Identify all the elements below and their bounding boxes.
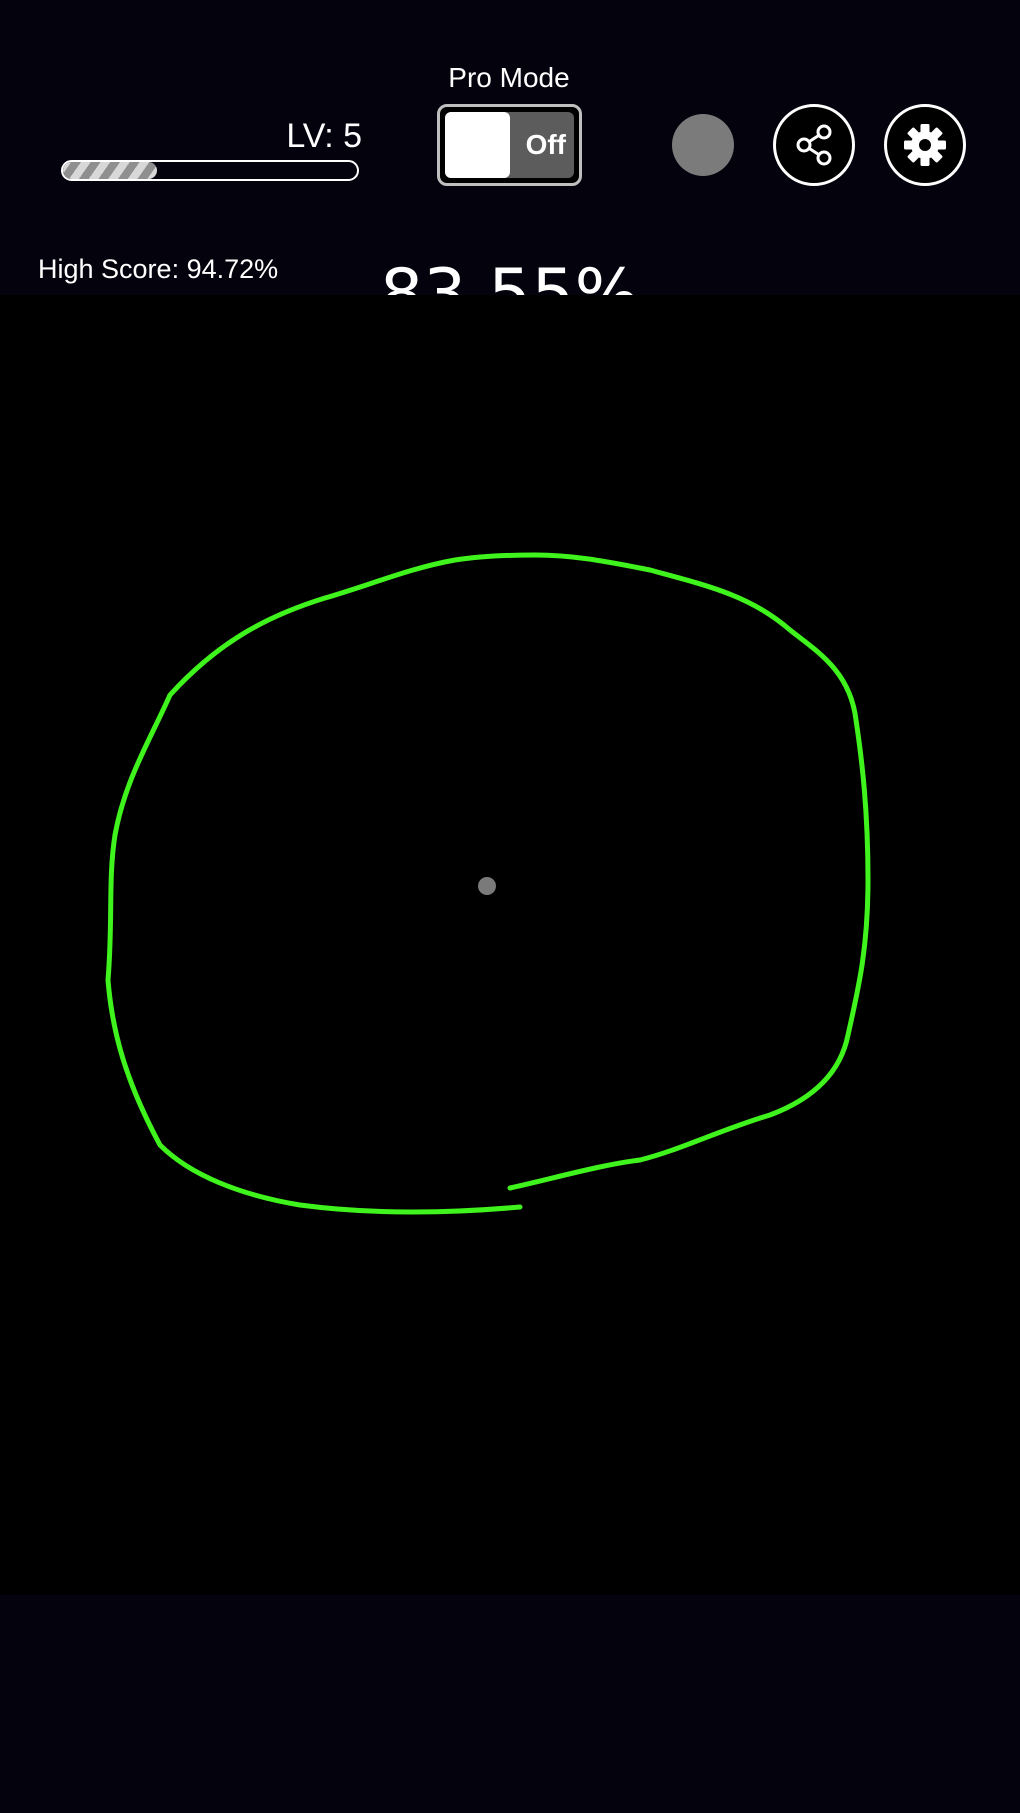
game-screen: LV: 5 Pro Mode Off High Score: 94.72% 83… [0, 0, 1020, 1813]
drawing-canvas[interactable] [0, 0, 1020, 1813]
center-point [478, 877, 496, 895]
